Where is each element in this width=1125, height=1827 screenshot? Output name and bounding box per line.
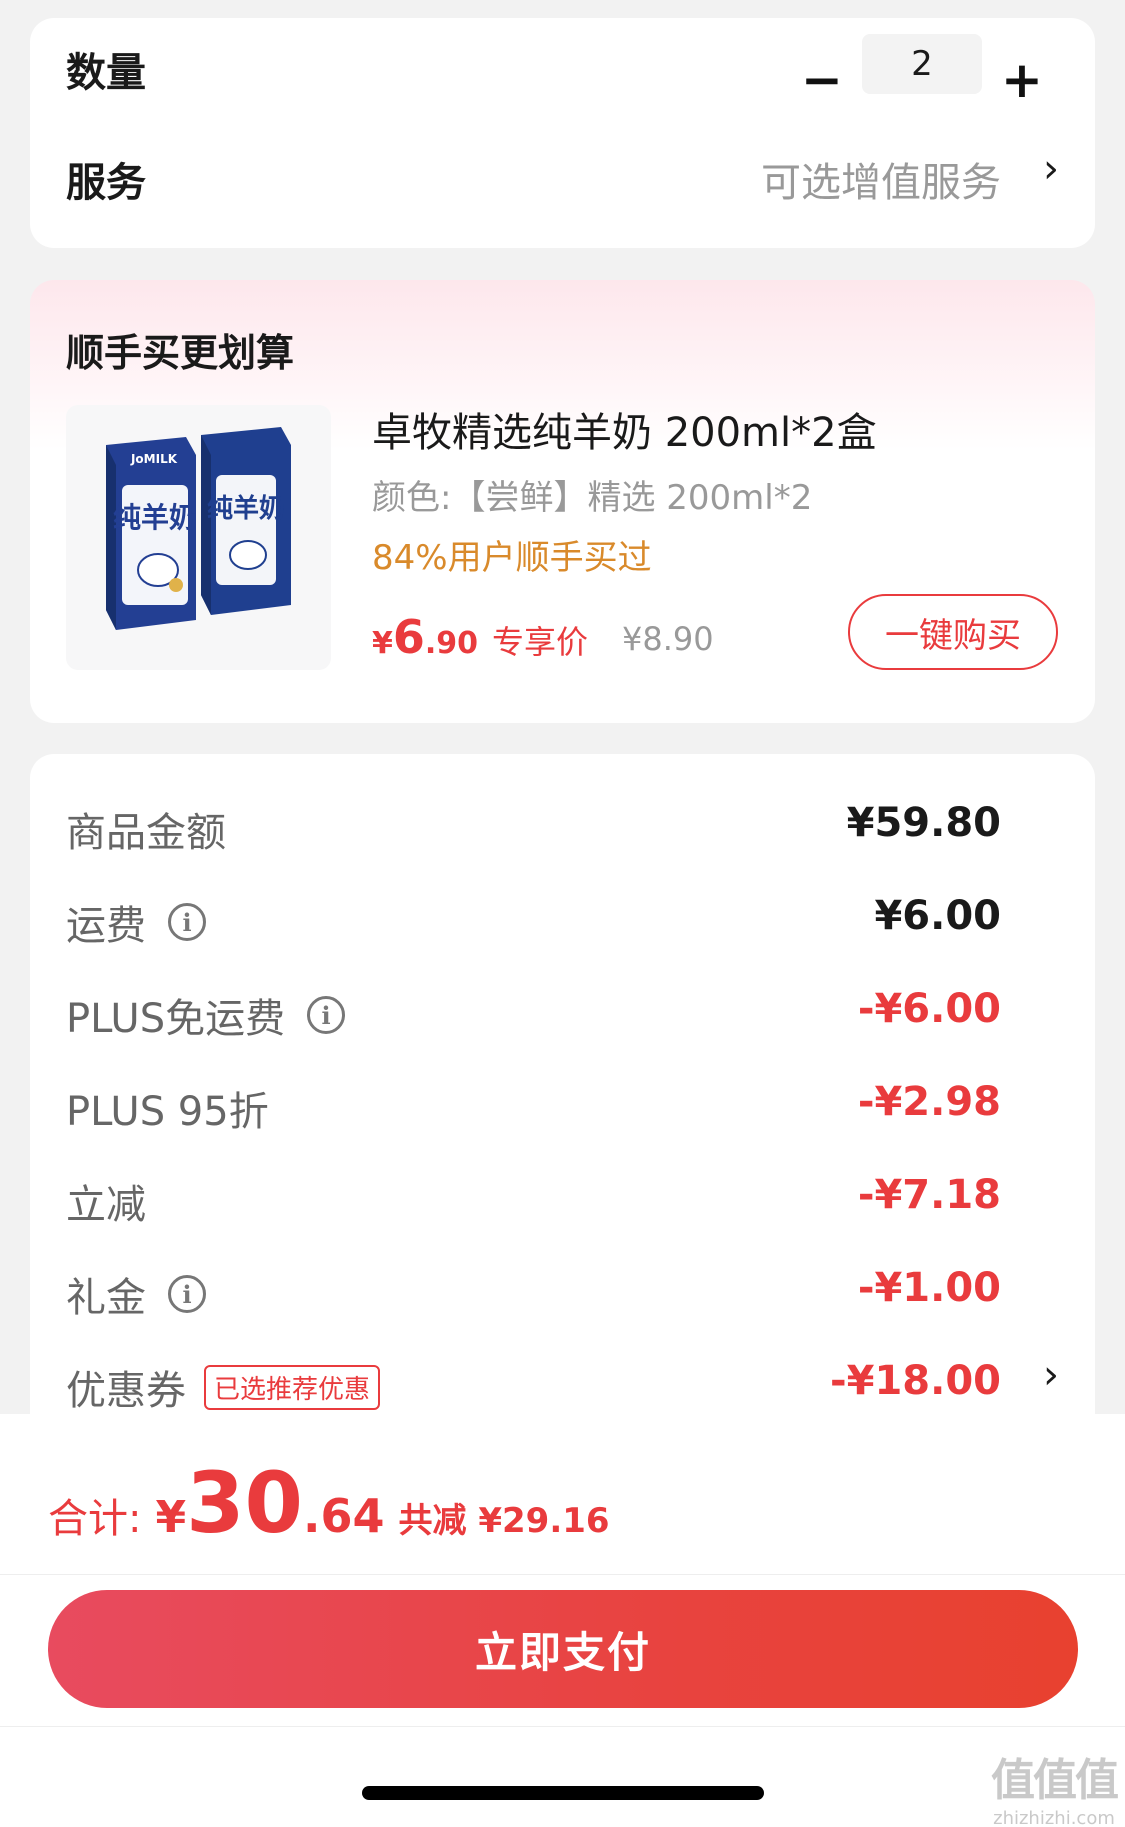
product-price: ¥ 6 .90 专享价 bbox=[372, 610, 588, 664]
milk-carton-icon: 纯羊奶 JoMILK 纯羊奶 bbox=[106, 427, 291, 630]
total-integer: 30 bbox=[186, 1454, 304, 1552]
quantity-input[interactable]: 2 bbox=[862, 34, 982, 94]
summary-row-label: 商品金额 bbox=[66, 800, 226, 858]
summary-label-text: 优惠券 bbox=[66, 1368, 186, 1414]
carton-brand: JoMILK bbox=[130, 452, 178, 466]
checkout-bar: 合计: ¥ 30 .64 共减 ¥29.16 立即支付 值值值 zhizhizh… bbox=[0, 1414, 1125, 1827]
summary-row: 商品金额 ¥59.80 bbox=[66, 794, 1095, 856]
summary-label-text: 运费 bbox=[66, 903, 146, 949]
summary-row: 礼金 i -¥1.00 bbox=[66, 1259, 1095, 1321]
quantity-service-card: 数量 − 2 + 服务 可选增值服务 › bbox=[30, 18, 1095, 248]
info-icon[interactable]: i bbox=[307, 996, 346, 1034]
summary-row-value: ¥59.80 bbox=[846, 800, 1001, 846]
chevron-right-icon[interactable]: › bbox=[1043, 1352, 1059, 1398]
recommend-title: 顺手买更划算 bbox=[66, 331, 295, 375]
summary-label-text: PLUS 95折 bbox=[66, 1089, 269, 1135]
home-indicator[interactable] bbox=[362, 1786, 764, 1800]
total-amount: 合计: ¥ 30 .64 共减 ¥29.16 bbox=[48, 1454, 610, 1552]
service-option-link[interactable]: 可选增值服务 bbox=[761, 150, 1001, 208]
summary-row-label: 立减 bbox=[66, 1172, 146, 1230]
watermark-logo: 值值值 bbox=[991, 1755, 1119, 1806]
quantity-minus-button[interactable]: − bbox=[792, 50, 852, 110]
summary-row-label: 优惠券 已选推荐优惠 bbox=[66, 1358, 381, 1416]
price-summary-card: 商品金额 ¥59.80 运费 i ¥6.00 PLUS免运费 i -¥6.00 PLUS 95折… bbox=[30, 754, 1095, 1454]
watermark-url: zhizhizhi.com bbox=[993, 1808, 1115, 1827]
product-bought-hint: 84%用户顺手买过 bbox=[372, 538, 652, 578]
price-tag: 专享价 bbox=[492, 623, 589, 661]
product-image[interactable]: 纯羊奶 JoMILK 纯羊奶 bbox=[66, 405, 331, 670]
summary-row-value: -¥2.98 bbox=[857, 1079, 1001, 1125]
total-saved: 共减 ¥29.16 bbox=[398, 1501, 610, 1541]
one-click-buy-button[interactable]: 一键购买 bbox=[848, 594, 1058, 670]
summary-row-value: -¥1.00 bbox=[857, 1265, 1001, 1311]
summary-row-label: 运费 i bbox=[66, 893, 206, 951]
summary-row: 立减 -¥7.18 bbox=[66, 1166, 1095, 1228]
summary-row-value: -¥6.00 bbox=[857, 986, 1001, 1032]
summary-row-label: PLUS免运费 i bbox=[66, 986, 346, 1044]
summary-label-text: PLUS免运费 bbox=[66, 996, 286, 1042]
summary-label-text: 立减 bbox=[66, 1182, 146, 1228]
total-currency: ¥ bbox=[155, 1492, 187, 1543]
price-currency: ¥ bbox=[372, 626, 393, 661]
coupon-badge: 已选推荐优惠 bbox=[204, 1364, 381, 1410]
price-integer: 6 bbox=[392, 610, 425, 664]
divider bbox=[0, 1726, 1125, 1727]
original-price: ¥8.90 bbox=[622, 620, 714, 658]
summary-row-label: 礼金 i bbox=[66, 1265, 206, 1323]
summary-row: PLUS 95折 -¥2.98 bbox=[66, 1073, 1095, 1135]
total-label: 合计: bbox=[48, 1496, 142, 1542]
pay-now-button[interactable]: 立即支付 bbox=[48, 1590, 1078, 1708]
info-icon[interactable]: i bbox=[168, 903, 206, 941]
summary-row[interactable]: 优惠券 已选推荐优惠 -¥18.00 › bbox=[66, 1352, 1095, 1414]
recommend-card: 顺手买更划算 纯羊奶 JoMILK 纯羊奶 卓牧精选纯羊奶 200ml*2盒 颜… bbox=[30, 280, 1095, 723]
summary-label-text: 商品金额 bbox=[66, 810, 226, 856]
info-icon[interactable]: i bbox=[168, 1275, 206, 1313]
watermark: 值值值 zhizhizhi.com bbox=[991, 1744, 1119, 1827]
summary-row-value: -¥7.18 bbox=[857, 1172, 1001, 1218]
total-decimal: .64 bbox=[303, 1489, 385, 1543]
quantity-plus-button[interactable]: + bbox=[992, 50, 1052, 110]
summary-row-value: -¥18.00 bbox=[830, 1358, 1001, 1404]
quantity-label: 数量 bbox=[66, 50, 146, 96]
price-decimal: .90 bbox=[424, 626, 479, 661]
product-name[interactable]: 卓牧精选纯羊奶 200ml*2盒 bbox=[372, 400, 877, 458]
summary-row-label: PLUS 95折 bbox=[66, 1079, 269, 1137]
summary-row: 运费 i ¥6.00 bbox=[66, 887, 1095, 949]
divider bbox=[0, 1574, 1125, 1575]
summary-row-value: ¥6.00 bbox=[874, 893, 1001, 939]
carton-label-back: 纯羊奶 bbox=[207, 493, 285, 524]
chevron-right-icon[interactable]: › bbox=[1043, 146, 1059, 192]
service-label: 服务 bbox=[66, 160, 146, 206]
summary-label-text: 礼金 bbox=[66, 1275, 146, 1321]
product-spec: 颜色:【尝鲜】精选 200ml*2 bbox=[372, 478, 813, 518]
summary-row: PLUS免运费 i -¥6.00 bbox=[66, 980, 1095, 1042]
carton-label-front: 纯羊奶 bbox=[113, 501, 197, 534]
